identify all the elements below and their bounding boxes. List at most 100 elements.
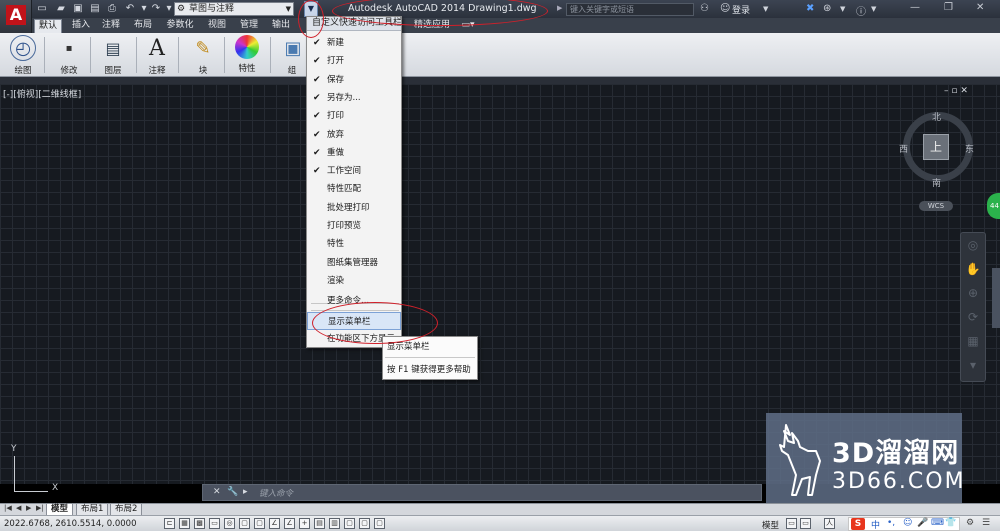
- login-button[interactable]: 登录: [732, 3, 750, 16]
- menu-item-more-commands[interactable]: 更多命令...: [307, 292, 401, 310]
- quick-view-drawings-icon[interactable]: ▭: [800, 518, 811, 529]
- navbar-menu-icon[interactable]: ▾: [961, 353, 985, 377]
- command-prompt-icon[interactable]: ▸: [243, 487, 248, 497]
- quick-view-layouts-icon[interactable]: ▭: [786, 518, 797, 529]
- ribbon-group-layers[interactable]: ▤ 图层: [98, 35, 128, 77]
- menu-item[interactable]: ✔ 工作空间: [307, 162, 401, 180]
- tab-insert[interactable]: 插入: [68, 19, 94, 33]
- quick-properties-icon[interactable]: ▢: [344, 518, 355, 529]
- emoji-icon[interactable]: ☺: [903, 518, 912, 528]
- ime-mode[interactable]: 中: [871, 518, 880, 531]
- ribbon-toggle-icon[interactable]: ▭▾: [456, 19, 480, 33]
- viewcube-south[interactable]: 南: [932, 176, 941, 189]
- sogou-ime-icon[interactable]: S: [851, 518, 865, 530]
- menu-item[interactable]: 打印预览: [307, 217, 401, 235]
- workspace-select[interactable]: ⚙ 草图与注释 ▼: [174, 2, 294, 16]
- new-icon[interactable]: ▭: [36, 3, 48, 15]
- close-icon[interactable]: ✕: [976, 2, 984, 13]
- tab-parametric[interactable]: 参数化: [162, 19, 198, 33]
- orbit-icon[interactable]: ⟳: [961, 305, 985, 329]
- dyn-icon[interactable]: +: [299, 518, 310, 529]
- close-icon[interactable]: ✕: [213, 487, 221, 497]
- keyboard-icon[interactable]: ⌨: [931, 518, 944, 528]
- menu-item[interactable]: ✔ 保存: [307, 71, 401, 89]
- user-icon[interactable]: 👕: [945, 518, 956, 528]
- exchange-icon[interactable]: ✖: [806, 3, 814, 14]
- menu-item[interactable]: ✔ 新建: [307, 34, 401, 52]
- polar-icon[interactable]: ◎: [224, 518, 235, 529]
- transparency-icon[interactable]: ▥: [329, 518, 340, 529]
- osnap-icon[interactable]: ▢: [239, 518, 250, 529]
- print-icon[interactable]: ⎙: [106, 3, 118, 15]
- binoculars-icon[interactable]: ⚇: [700, 3, 709, 14]
- ducs-icon[interactable]: ∠: [284, 518, 295, 529]
- tab-featured-apps[interactable]: 精选应用: [410, 19, 454, 33]
- search-expand-icon[interactable]: ▶: [557, 4, 562, 12]
- snap-icon[interactable]: ▦: [179, 518, 190, 529]
- showmotion-icon[interactable]: ▦: [961, 329, 985, 353]
- annotation-monitor-icon[interactable]: ▢: [374, 518, 385, 529]
- steering-wheel-icon[interactable]: ◎: [961, 233, 985, 257]
- selection-cycling-icon[interactable]: ▢: [359, 518, 370, 529]
- menu-item[interactable]: ✔ 打印: [307, 107, 401, 125]
- notification-badge[interactable]: 44: [987, 193, 1000, 219]
- next-tab-icon[interactable]: ▶: [26, 504, 31, 512]
- tab-manage[interactable]: 管理: [236, 19, 262, 33]
- application-menu-button[interactable]: A: [0, 0, 32, 36]
- pan-icon[interactable]: ✋: [961, 257, 985, 281]
- model-space-toggle[interactable]: 模型: [762, 519, 779, 531]
- tab-layout[interactable]: 布局: [130, 19, 156, 33]
- side-scroll-tab[interactable]: [992, 268, 1000, 328]
- ribbon-group-properties[interactable]: 特性: [232, 35, 262, 74]
- save-as-icon[interactable]: ▤: [89, 3, 101, 15]
- coordinates-readout[interactable]: 2022.6768, 2610.5514, 0.0000: [4, 519, 136, 529]
- redo-icon[interactable]: ↷: [150, 3, 162, 15]
- menu-item-show-menubar[interactable]: 显示菜单栏: [307, 312, 401, 330]
- zoom-icon[interactable]: ⊕: [961, 281, 985, 305]
- user-icon[interactable]: ☺: [720, 3, 730, 14]
- infer-constraints-icon[interactable]: ⊏: [164, 518, 175, 529]
- settings-icon[interactable]: ⚙: [966, 518, 974, 528]
- menu-item[interactable]: 特性: [307, 235, 401, 253]
- first-tab-icon[interactable]: |◀: [4, 504, 12, 512]
- microphone-icon[interactable]: 🎤: [917, 518, 928, 528]
- restore-icon[interactable]: ❐: [944, 2, 953, 13]
- viewport-controls-label[interactable]: [-][俯视][二维线框]: [3, 87, 81, 100]
- tab-view[interactable]: 视图: [204, 19, 230, 33]
- chevron-down-icon[interactable]: ▼: [871, 5, 876, 13]
- grid-icon[interactable]: ▩: [194, 518, 205, 529]
- menu-item[interactable]: ✔ 放弃: [307, 126, 401, 144]
- ribbon-group-groups[interactable]: ▣ 组: [280, 35, 304, 77]
- prev-tab-icon[interactable]: ◀: [16, 504, 21, 512]
- connect-icon[interactable]: ⊛: [823, 3, 831, 14]
- wrench-icon[interactable]: 🔧: [227, 487, 238, 497]
- undo-icon[interactable]: ↶: [124, 3, 136, 15]
- menu-item[interactable]: 图纸集管理器: [307, 254, 401, 272]
- ribbon-group-annotation[interactable]: A 注释: [142, 35, 172, 77]
- viewport-window-controls[interactable]: – ▫ ✕: [944, 86, 968, 96]
- otrack-icon[interactable]: ∠: [269, 518, 280, 529]
- 3d-osnap-icon[interactable]: ▢: [254, 518, 265, 529]
- viewcube-east[interactable]: 东: [965, 142, 974, 155]
- menu-item[interactable]: ✔ 打开: [307, 52, 401, 70]
- help-icon[interactable]: ⓘ: [856, 3, 866, 18]
- open-icon[interactable]: ▰: [55, 3, 67, 15]
- punctuation-icon[interactable]: •,: [887, 518, 895, 528]
- ribbon-group-draw[interactable]: ◴ 绘图: [8, 35, 38, 76]
- menu-item[interactable]: ✔ 另存为...: [307, 89, 401, 107]
- wcs-menu[interactable]: WCS: [919, 201, 953, 211]
- viewcube-north[interactable]: 北: [932, 110, 941, 123]
- lineweight-icon[interactable]: ▤: [314, 518, 325, 529]
- search-input[interactable]: 键入关键字或短语: [566, 3, 694, 16]
- minimize-icon[interactable]: —: [910, 2, 920, 13]
- ime-toolbar[interactable]: S 中 •, ☺ 🎤 ⌨ 👕: [848, 517, 960, 531]
- menu-item[interactable]: 渲染: [307, 272, 401, 290]
- tab-annotate[interactable]: 注释: [98, 19, 124, 33]
- last-tab-icon[interactable]: ▶|: [36, 504, 44, 512]
- viewcube-top-face[interactable]: 上: [923, 134, 949, 160]
- save-icon[interactable]: ▣: [72, 3, 84, 15]
- menu-item[interactable]: 批处理打印: [307, 199, 401, 217]
- customize-quick-access-button[interactable]: ▼: [304, 1, 318, 17]
- menu-item[interactable]: ✔ 重做: [307, 144, 401, 162]
- tab-output[interactable]: 输出: [268, 19, 294, 33]
